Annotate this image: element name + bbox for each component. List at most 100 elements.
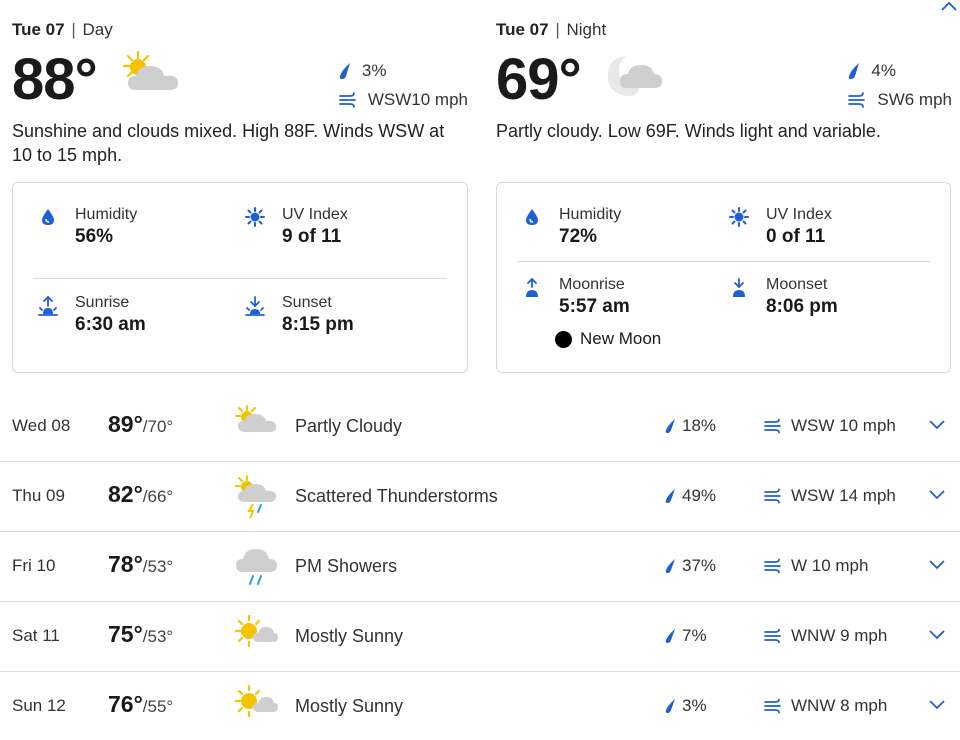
night-date: Tue 07 bbox=[496, 20, 549, 39]
sunset-label: Sunset bbox=[282, 294, 332, 311]
forecast-wind: WSW 14 mph bbox=[763, 486, 896, 506]
forecast-day: Thu 09 bbox=[12, 486, 65, 505]
moonset-value: 8:06 pm bbox=[766, 296, 838, 317]
forecast-wind: WSW 10 mph bbox=[763, 416, 896, 436]
sunrise-label: Sunrise bbox=[75, 294, 130, 311]
forecast-day: Sun 12 bbox=[12, 696, 66, 715]
forecast-low: /70° bbox=[142, 417, 174, 436]
day-humidity: Humidity 56% bbox=[35, 205, 137, 249]
forecast-wind: W 10 mph bbox=[763, 556, 868, 576]
forecast-temps: 89°/70° bbox=[108, 411, 173, 438]
day-temperature: 88° bbox=[12, 47, 98, 112]
showers-icon bbox=[233, 544, 279, 595]
partly-cloudy-icon bbox=[233, 404, 279, 443]
sunrise-value: 6:30 am bbox=[75, 314, 146, 335]
night-narrative: Partly cloudy. Low 69F. Winds light and … bbox=[496, 121, 881, 141]
forecast-high: 82° bbox=[108, 481, 143, 507]
night-details-card: Humidity 72% UV Index 0 of 11 Moonrise 5:57… bbox=[496, 182, 951, 373]
day-uv-index: UV Index 9 of 11 bbox=[242, 205, 348, 249]
night-temperature: 69° bbox=[496, 47, 582, 112]
forecast-day: Sat 11 bbox=[12, 626, 60, 645]
collapse-button[interactable] bbox=[938, 0, 960, 14]
wind-icon bbox=[764, 628, 781, 644]
forecast-temps: 82°/66° bbox=[108, 481, 173, 508]
forecast-row[interactable]: Sat 11 75°/53° Mostly Sunny 7% WNW 9 mph bbox=[0, 602, 960, 672]
forecast-condition: Mostly Sunny bbox=[295, 626, 404, 646]
forecast-high: 78° bbox=[108, 551, 143, 577]
forecast-precip: 37% bbox=[664, 556, 716, 576]
forecast-precip-value: 18% bbox=[682, 416, 717, 435]
wind-icon bbox=[764, 418, 781, 434]
forecast-wind-value: WSW 10 mph bbox=[791, 416, 896, 435]
forecast-wind-value: W 10 mph bbox=[791, 556, 869, 575]
moonset-icon bbox=[733, 278, 745, 297]
uv-value: 0 of 11 bbox=[766, 226, 826, 247]
day-wind: WSW10 mph bbox=[338, 85, 468, 114]
header-separator: | bbox=[71, 20, 76, 39]
forecast-precip: 18% bbox=[664, 416, 716, 436]
precip-drop-icon bbox=[665, 419, 675, 433]
forecast-day: Fri 10 bbox=[12, 556, 56, 575]
mostly-sunny-icon bbox=[233, 614, 279, 655]
forecast-precip: 3% bbox=[664, 696, 707, 716]
day-precip-value: 3% bbox=[361, 60, 387, 80]
expand-row-button[interactable] bbox=[928, 418, 946, 436]
moon-phase-label: New Moon bbox=[580, 329, 662, 348]
chevron-down-icon bbox=[929, 490, 945, 500]
forecast-precip-value: 3% bbox=[682, 696, 707, 715]
forecast-row[interactable]: Sun 12 76°/55° Mostly Sunny 3% WNW 8 mph bbox=[0, 672, 960, 740]
uv-sun-icon bbox=[729, 207, 749, 227]
precip-drop-icon bbox=[665, 489, 675, 503]
mostly-sunny-icon bbox=[233, 684, 279, 725]
day-side-stats: 3% WSW10 mph bbox=[338, 56, 468, 114]
forecast-temps: 76°/55° bbox=[108, 691, 173, 718]
wind-icon bbox=[764, 488, 781, 504]
precip-drop-icon bbox=[849, 62, 860, 79]
sunset-icon bbox=[245, 296, 265, 316]
night-precip-value: 4% bbox=[871, 60, 896, 80]
daily-forecast-list: Wed 08 89°/70° Partly Cloudy 18% WSW 10 … bbox=[0, 392, 960, 740]
details-divider bbox=[517, 261, 930, 262]
moonrise-label: Moonrise bbox=[559, 276, 625, 293]
chevron-up-icon bbox=[941, 1, 957, 11]
night-period-label: Night bbox=[566, 20, 607, 39]
expand-row-button[interactable] bbox=[928, 628, 946, 646]
day-sunrise: Sunrise 6:30 am bbox=[35, 293, 146, 337]
uv-sun-icon bbox=[245, 207, 265, 227]
night-humidity: Humidity 72% bbox=[519, 205, 621, 249]
forecast-condition: PM Showers bbox=[295, 556, 398, 576]
wind-icon bbox=[848, 91, 866, 108]
uv-value: 9 of 11 bbox=[282, 226, 342, 247]
forecast-temps: 78°/53° bbox=[108, 551, 173, 578]
humidity-icon bbox=[42, 209, 54, 225]
night-side-stats: 4% SW6 mph bbox=[847, 56, 952, 114]
expand-row-button[interactable] bbox=[928, 558, 946, 576]
uv-label: UV Index bbox=[282, 206, 348, 223]
chevron-down-icon bbox=[929, 700, 945, 710]
night-uv-index: UV Index 0 of 11 bbox=[726, 205, 832, 249]
night-period-header: Tue 07 | Night bbox=[496, 20, 606, 40]
forecast-row[interactable]: Fri 10 78°/53° PM Showers 37% W 10 mph bbox=[0, 532, 960, 602]
forecast-row[interactable]: Wed 08 89°/70° Partly Cloudy 18% WSW 10 … bbox=[0, 392, 960, 462]
header-separator: | bbox=[555, 20, 560, 39]
moon-cloud-icon bbox=[600, 50, 666, 105]
forecast-low: /55° bbox=[142, 697, 174, 716]
expand-row-button[interactable] bbox=[928, 698, 946, 716]
day-sunset: Sunset 8:15 pm bbox=[242, 293, 354, 337]
day-wind-value: WSW10 mph bbox=[367, 89, 468, 109]
wind-icon bbox=[338, 91, 356, 108]
forecast-row[interactable]: Thu 09 82°/66° Scattered Thunderstorms 4… bbox=[0, 462, 960, 532]
forecast-precip-value: 7% bbox=[682, 626, 707, 645]
forecast-condition: Partly Cloudy bbox=[295, 416, 403, 436]
humidity-label: Humidity bbox=[559, 206, 622, 223]
forecast-low: /66° bbox=[142, 487, 174, 506]
forecast-high: 75° bbox=[108, 621, 143, 647]
precip-drop-icon bbox=[665, 699, 675, 713]
humidity-value: 56% bbox=[75, 226, 114, 247]
chevron-down-icon bbox=[929, 630, 945, 640]
sunrise-icon bbox=[38, 295, 58, 316]
day-precip: 3% bbox=[338, 56, 468, 85]
expand-row-button[interactable] bbox=[928, 488, 946, 506]
night-moonset: Moonset 8:06 pm bbox=[726, 275, 838, 319]
night-moonrise: Moonrise 5:57 am bbox=[519, 275, 630, 319]
